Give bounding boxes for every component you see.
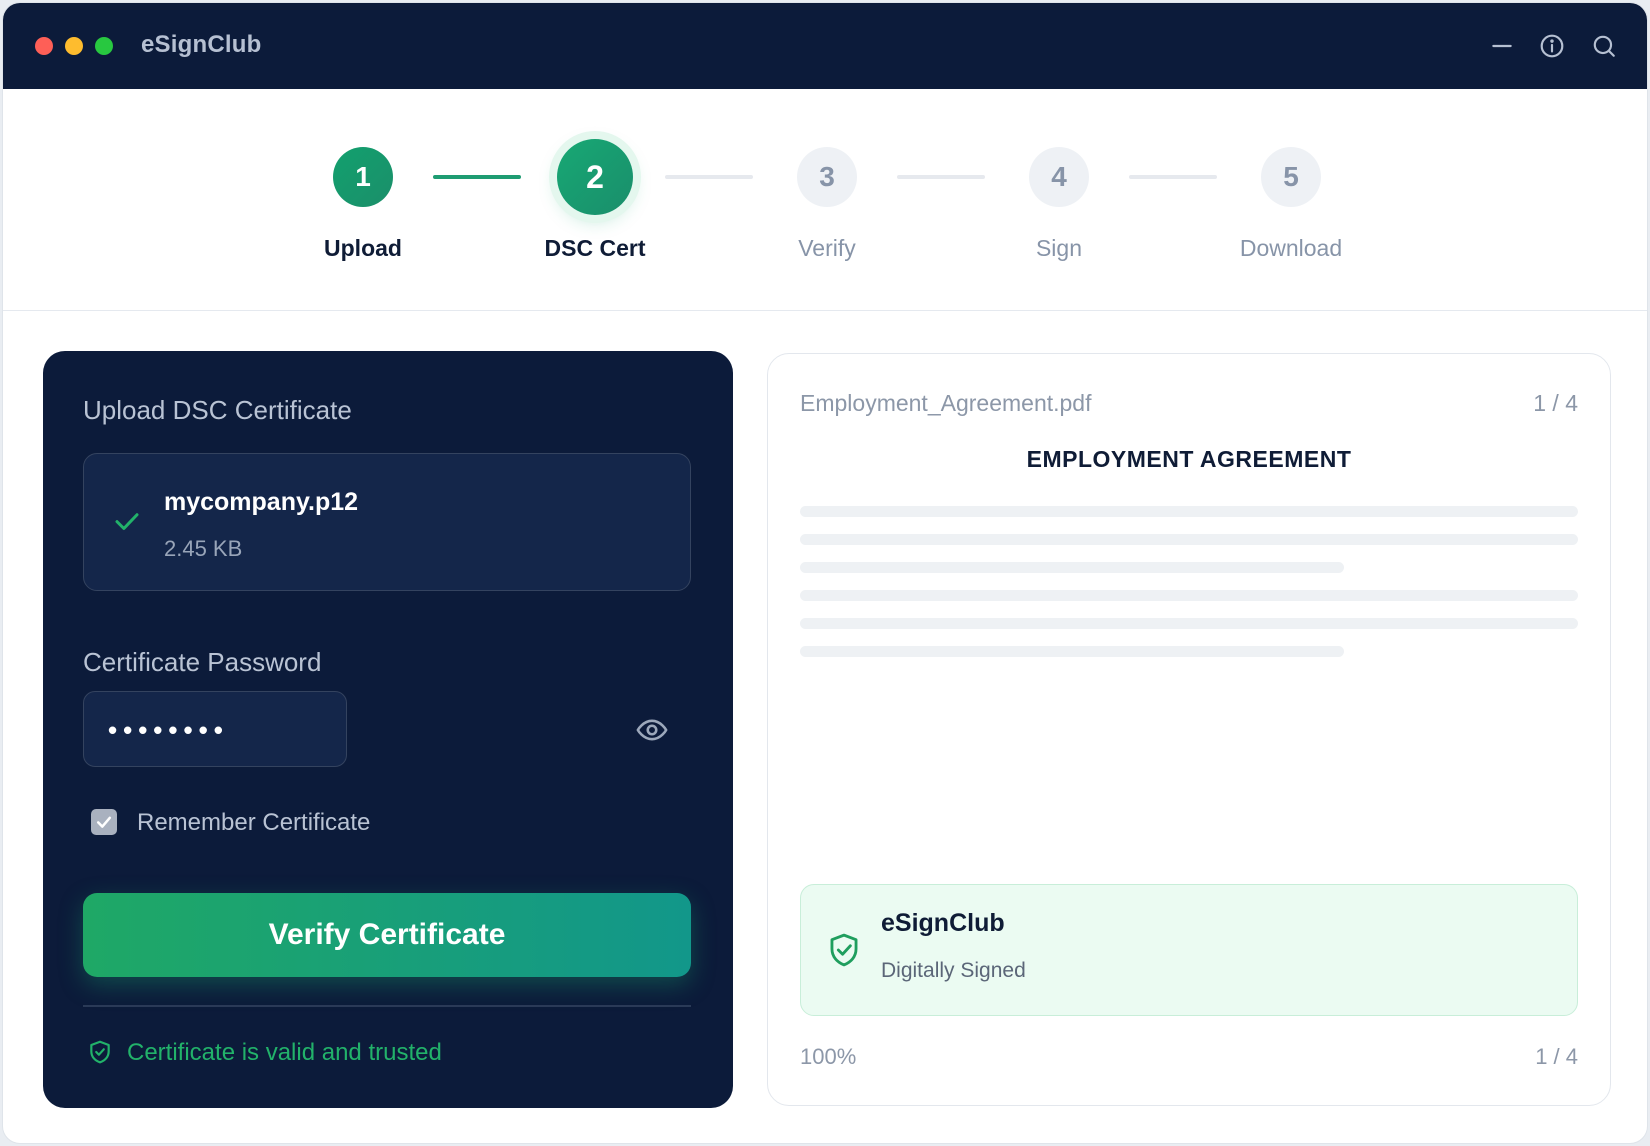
minimize-icon[interactable] <box>1489 33 1515 59</box>
uploaded-file-card[interactable]: mycompany.p12 2.45 KB <box>83 453 691 591</box>
step-label: Sign <box>1035 235 1083 261</box>
certificate-panel: Upload DSC Certificate mycompany.p12 2.4… <box>43 351 733 1108</box>
app-title: eSignClub <box>141 31 262 58</box>
text-line-placeholder <box>800 646 1344 657</box>
app-window: eSignClub 1 Upload 2 DSC Cert 3 Verify 4 <box>2 2 1648 1144</box>
eye-icon[interactable] <box>635 713 669 747</box>
panel-title: Upload DSC Certificate <box>83 395 352 425</box>
verify-certificate-button[interactable]: Verify Certificate <box>83 893 691 977</box>
check-icon <box>112 506 142 536</box>
remember-label: Remember Certificate <box>137 809 371 836</box>
signature-status: Digitally Signed <box>881 959 1026 982</box>
step-label: Verify <box>798 235 856 261</box>
zoom-level[interactable]: 100% <box>800 1044 856 1070</box>
step-number: 2 <box>557 139 633 215</box>
progress-stepper: 1 Upload 2 DSC Cert 3 Verify 4 Sign 5 Do… <box>3 89 1647 311</box>
page-indicator: 1 / 4 <box>1533 390 1578 416</box>
remember-checkbox[interactable] <box>91 809 117 835</box>
step-number: 1 <box>333 147 393 207</box>
text-line-placeholder <box>800 506 1578 517</box>
window-minimize-button[interactable] <box>65 37 83 55</box>
text-line-placeholder <box>800 590 1578 601</box>
step-number: 5 <box>1261 147 1321 207</box>
text-line-placeholder <box>800 618 1578 629</box>
document-filename: Employment_Agreement.pdf <box>800 390 1092 416</box>
page-indicator-bottom: 1 / 4 <box>1535 1044 1578 1069</box>
file-size: 2.45 KB <box>164 536 243 561</box>
step-label: DSC Cert <box>544 235 646 261</box>
document-title: EMPLOYMENT AGREEMENT <box>1026 446 1352 472</box>
file-name: mycompany.p12 <box>164 488 359 516</box>
status-text: Certificate is valid and trusted <box>127 1039 442 1066</box>
step-label: Download <box>1239 235 1343 261</box>
text-line-placeholder <box>800 534 1578 545</box>
title-bar: eSignClub <box>3 3 1647 89</box>
document-preview: Employment_Agreement.pdf 1 / 4 EMPLOYMEN… <box>767 353 1611 1106</box>
window-maximize-button[interactable] <box>95 37 113 55</box>
signer-name: eSignClub <box>881 909 1005 937</box>
shield-check-icon <box>827 931 861 969</box>
step-connector <box>1129 175 1217 179</box>
step-connector <box>665 175 753 179</box>
search-icon[interactable] <box>1591 33 1617 59</box>
info-icon[interactable] <box>1539 33 1565 59</box>
step-number: 4 <box>1029 147 1089 207</box>
password-label: Certificate Password <box>83 647 322 677</box>
signature-card[interactable]: eSignClub Digitally Signed <box>800 884 1578 1016</box>
divider <box>83 1005 691 1007</box>
step-label: Upload <box>324 235 402 261</box>
step-number: 3 <box>797 147 857 207</box>
password-input[interactable]: •••••••• <box>83 691 347 767</box>
step-connector <box>897 175 985 179</box>
step-connector <box>433 175 521 179</box>
shield-check-icon <box>87 1039 113 1065</box>
window-close-button[interactable] <box>35 37 53 55</box>
text-line-placeholder <box>800 562 1344 573</box>
